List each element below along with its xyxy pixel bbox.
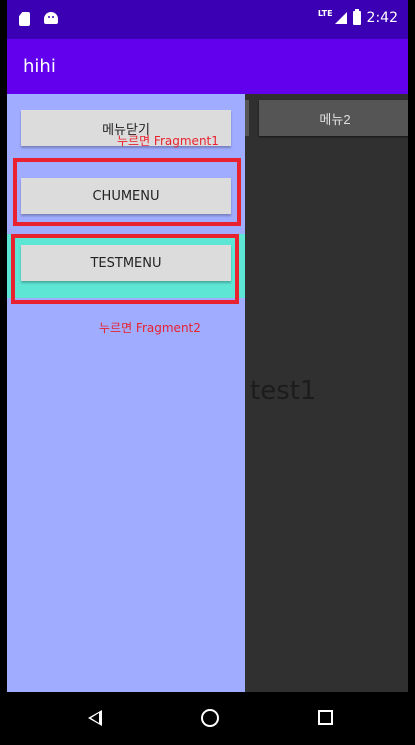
battery-icon xyxy=(352,9,361,25)
status-bar: LTE 2:42 xyxy=(0,0,415,39)
annotation-box-chumenu xyxy=(13,158,241,226)
main-content: 메뉴2 test1 메뉴닫기 CHUMENU TESTMENU 누르면 Frag… xyxy=(7,94,408,692)
app-bar: hihi xyxy=(7,39,408,94)
signal-icon xyxy=(334,12,347,24)
android-debug-icon xyxy=(44,12,58,24)
lte-label: LTE xyxy=(317,8,333,18)
home-icon[interactable] xyxy=(201,709,219,727)
annotation-fragment1: 누르면 Fragment1 xyxy=(117,134,219,148)
annotation-box-testmenu xyxy=(11,234,239,304)
sd-card-icon xyxy=(19,12,30,26)
recents-icon[interactable] xyxy=(318,710,333,725)
status-time: 2:42 xyxy=(366,10,398,26)
back-icon[interactable] xyxy=(88,710,102,726)
fragment-text: test1 xyxy=(250,376,317,406)
navigation-bar xyxy=(0,692,415,745)
menu2-button[interactable]: 메뉴2 xyxy=(259,100,408,136)
app-title: hihi xyxy=(23,56,56,77)
annotation-fragment2: 누르면 Fragment2 xyxy=(99,321,201,335)
navigation-drawer: 메뉴닫기 CHUMENU TESTMENU 누르면 Fragment1 누르면 … xyxy=(7,94,245,692)
